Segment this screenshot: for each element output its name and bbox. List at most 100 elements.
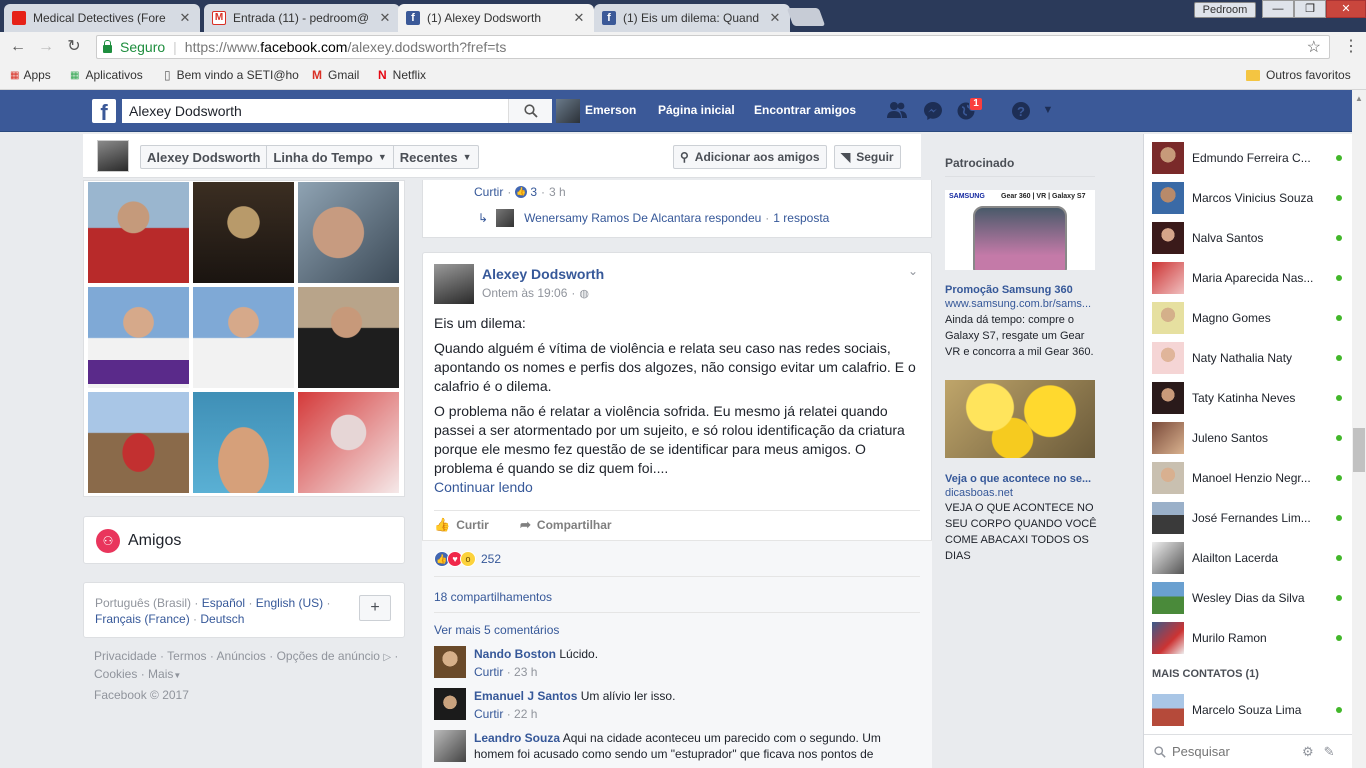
commenter-name[interactable]: Emanuel J Santos [474, 689, 577, 703]
chat-contact[interactable]: Taty Katinha Neves [1152, 381, 1342, 415]
messenger-icon[interactable] [922, 101, 944, 121]
photo-thumbnail[interactable] [193, 392, 294, 493]
post-author-name[interactable]: Alexey Dodsworth [482, 266, 604, 282]
bookmark-netflix[interactable]: N Netflix [378, 68, 426, 82]
chat-contact[interactable]: Juleno Santos [1152, 421, 1342, 455]
samsung-ad-image[interactable]: SAMSUNG Gear 360 | VR | Galaxy S7 [945, 190, 1095, 270]
close-tab-icon[interactable]: ✕ [178, 10, 192, 26]
bookmark-star-icon[interactable]: ☆ [1307, 37, 1321, 57]
chat-contact[interactable]: Alailton Lacerda [1152, 541, 1342, 575]
profile-button[interactable]: Pedroom [1194, 2, 1256, 18]
footer-link[interactable]: Cookies [94, 667, 137, 681]
footer-link[interactable]: Termos [167, 649, 206, 663]
language-option[interactable]: Français (France) [95, 612, 190, 626]
add-language-button[interactable]: + [359, 595, 391, 621]
profile-thumbnail-avatar[interactable] [97, 140, 129, 172]
like-button[interactable]: 👍 Curtir [434, 517, 489, 533]
quick-help-icon[interactable]: ? [1010, 101, 1032, 121]
profile-name-button[interactable]: Alexey Dodsworth [147, 150, 260, 165]
chat-search-input[interactable] [1172, 744, 1292, 759]
post-options-chevron-down-icon[interactable]: ⌄ [908, 264, 918, 278]
shares-count-link[interactable]: 18 compartilhamentos [434, 590, 552, 604]
commenter-avatar[interactable] [434, 646, 466, 678]
tab-eis-um-dilema[interactable]: f (1) Eis um dilema: Quand ✕ [594, 4, 790, 32]
footer-link[interactable]: Privacidade [94, 649, 157, 663]
photo-thumbnail[interactable] [88, 392, 189, 493]
language-option[interactable]: English (US) [256, 596, 323, 610]
bookmark-aplicativos[interactable]: ▦ Aplicativos [70, 68, 143, 82]
commenter-name[interactable]: Leandro Souza [474, 731, 560, 745]
photo-thumbnail[interactable] [88, 182, 189, 283]
close-window-icon[interactable]: ✕ [1326, 0, 1366, 18]
timeline-dropdown[interactable]: Linha do Tempo [273, 150, 372, 165]
search-button[interactable] [508, 99, 552, 123]
user-profile-link[interactable]: Emerson [585, 103, 636, 117]
chat-contact[interactable]: Magno Gomes [1152, 301, 1342, 335]
commenter-name[interactable]: Nando Boston [474, 647, 556, 661]
bookmark-other-favorites[interactable]: Outros favoritos [1246, 68, 1351, 82]
chat-contact[interactable]: Naty Nathalia Naty [1152, 341, 1342, 375]
comment-like-link[interactable]: Curtir [474, 707, 503, 721]
gear-icon[interactable]: ⚙ [1302, 744, 1314, 760]
close-tab-icon[interactable]: ✕ [378, 10, 392, 26]
close-tab-icon[interactable]: ✕ [768, 10, 782, 26]
tab-medical-detectives[interactable]: Medical Detectives (Fore ✕ [4, 4, 200, 32]
account-menu-chevron-down-icon[interactable]: ▼ [1037, 104, 1059, 124]
footer-link[interactable]: Opções de anúncio [277, 649, 380, 663]
chat-contact[interactable]: Nalva Santos [1152, 221, 1342, 255]
scroll-up-arrow-icon[interactable]: ▲ [1355, 94, 1363, 103]
scrollbar-thumb[interactable] [1353, 428, 1365, 472]
view-more-comments-link[interactable]: Ver mais 5 comentários [434, 623, 559, 637]
facebook-search-input[interactable] [122, 99, 508, 123]
friend-requests-icon[interactable] [886, 101, 908, 121]
user-avatar[interactable] [556, 99, 580, 123]
post-author-avatar[interactable] [434, 264, 474, 304]
photo-thumbnail[interactable] [298, 182, 399, 283]
photo-thumbnail[interactable] [298, 287, 399, 388]
photo-thumbnail[interactable] [298, 392, 399, 493]
reload-icon[interactable]: ↻ [64, 38, 84, 56]
facebook-logo-icon[interactable]: f [92, 99, 116, 125]
photo-thumbnail[interactable] [193, 182, 294, 283]
home-link[interactable]: Página inicial [658, 103, 735, 117]
photo-thumbnail[interactable] [88, 287, 189, 388]
chat-contact[interactable]: Maria Aparecida Nas... [1152, 261, 1342, 295]
close-tab-icon[interactable]: ✕ [572, 10, 586, 26]
restore-icon[interactable]: ❐ [1294, 0, 1326, 18]
bookmark-gmail[interactable]: M Gmail [312, 68, 359, 82]
chat-contact[interactable]: Edmundo Ferreira C... [1152, 141, 1342, 175]
back-arrow-icon[interactable]: ← [8, 38, 28, 56]
post-timestamp[interactable]: Ontem às 19:06 [482, 286, 567, 300]
like-link[interactable]: Curtir [474, 185, 503, 199]
language-option[interactable]: Deutsch [200, 612, 244, 626]
chat-contact[interactable]: Murilo Ramon [1152, 621, 1342, 655]
address-bar[interactable]: Seguro | https://www. facebook.com/alexey… [96, 35, 1330, 59]
comment-like-link[interactable]: Curtir [474, 665, 503, 679]
chat-contact[interactable]: Marcelo Souza Lima [1152, 693, 1342, 727]
footer-link[interactable]: Mais [148, 667, 173, 681]
like-count[interactable]: 3 [530, 185, 537, 199]
forward-arrow-icon[interactable]: → [36, 38, 56, 56]
tab-gmail[interactable]: M Entrada (11) - pedroom@ ✕ [204, 4, 400, 32]
footer-link[interactable]: Anúncios [217, 649, 266, 663]
chat-contact[interactable]: Wesley Dias da Silva [1152, 581, 1342, 615]
reactions-summary[interactable]: 👍 ♥ o 252 [434, 551, 501, 567]
language-option[interactable]: Español [202, 596, 245, 610]
follow-button[interactable]: ◥ Seguir [834, 145, 901, 169]
ad-domain[interactable]: www.samsung.com.br/sams... [945, 296, 1095, 312]
recent-dropdown[interactable]: Recentes [400, 150, 458, 165]
new-tab-button[interactable] [786, 8, 826, 26]
new-message-icon[interactable]: ✎ [1324, 744, 1335, 760]
ad-domain[interactable]: dicasboas.net [945, 485, 1095, 501]
chat-contact[interactable]: Marcos Vinicius Souza [1152, 181, 1342, 215]
share-button[interactable]: ➦ Compartilhar [520, 517, 612, 533]
tab-alexey-dodsworth[interactable]: f (1) Alexey Dodsworth ✕ [398, 4, 594, 32]
find-friends-link[interactable]: Encontrar amigos [754, 103, 856, 117]
friends-card[interactable]: ⚇ Amigos [83, 516, 405, 564]
continue-reading-link[interactable]: Continuar lendo [434, 478, 918, 497]
menu-dots-icon[interactable]: ⋮ [1343, 38, 1359, 56]
chat-contact[interactable]: José Fernandes Lim... [1152, 501, 1342, 535]
add-friend-button[interactable]: ⚲ Adicionar aos amigos [673, 145, 827, 169]
bookmark-apps[interactable]: ▦ Apps [10, 68, 51, 82]
pineapple-ad-image[interactable] [945, 380, 1095, 458]
